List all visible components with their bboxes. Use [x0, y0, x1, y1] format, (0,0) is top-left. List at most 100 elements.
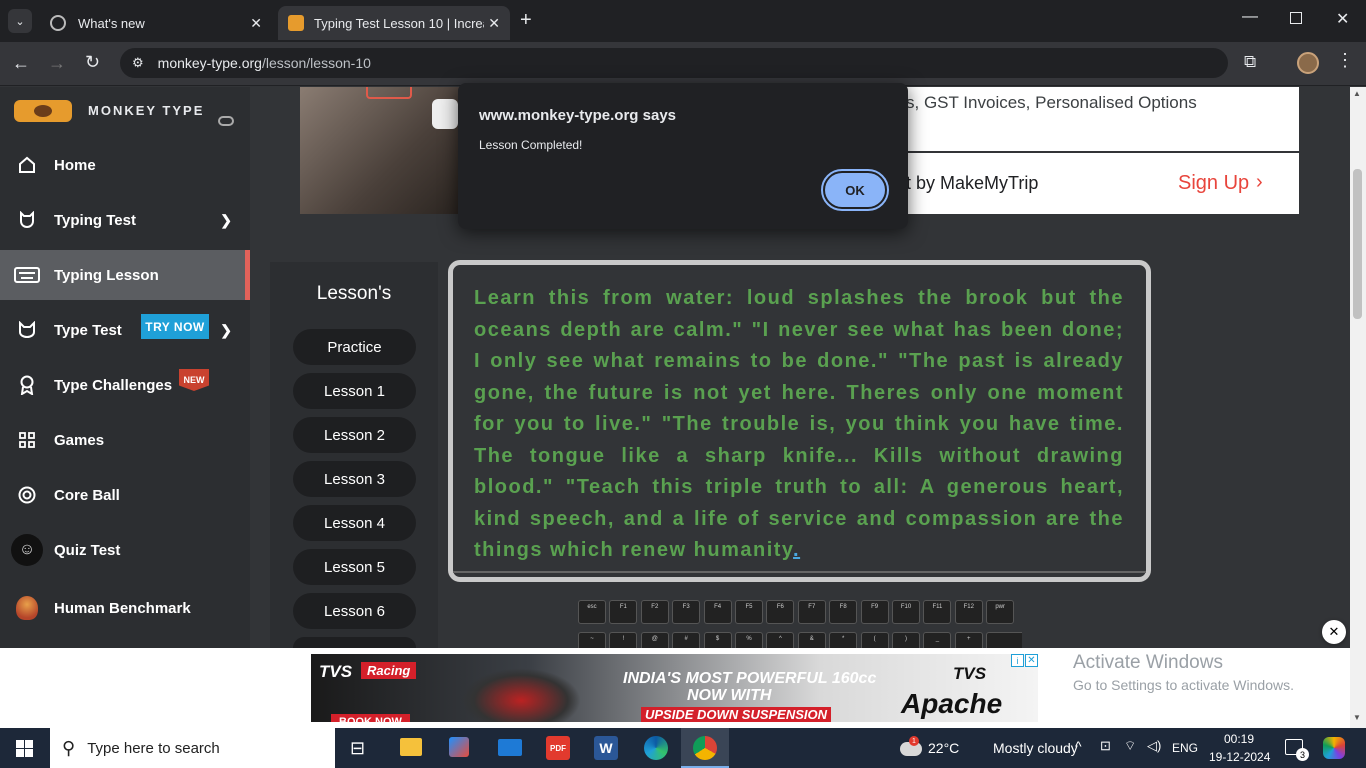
ok-button[interactable]: OK [825, 173, 885, 207]
back-icon[interactable]: ← [12, 53, 30, 74]
sidebar-item-games[interactable]: Games [0, 415, 250, 465]
taskbar-search-box[interactable]: ⚲ Type here to search [50, 728, 335, 768]
sidebar-item-human-benchmark[interactable]: Human Benchmark [0, 583, 250, 633]
lesson-button-practice[interactable]: Practice [293, 329, 416, 365]
ad-top-cta-bar[interactable]: t by MakeMyTrip Sign Up › [906, 153, 1299, 214]
keyboard-key: & [797, 632, 826, 648]
lesson-text-body: Learn this from water: loud splashes the… [474, 287, 1124, 561]
copilot-icon[interactable] [1323, 737, 1345, 759]
extensions-icon[interactable]: ⧉ [1244, 52, 1256, 72]
ad-top-image[interactable] [300, 87, 460, 214]
lesson-button-4[interactable]: Lesson 4 [293, 505, 416, 541]
dialog-message: Lesson Completed! [479, 138, 583, 152]
lesson-button-2[interactable]: Lesson 2 [293, 417, 416, 453]
scroll-up-icon[interactable]: ▲ [1353, 89, 1361, 98]
windows-start-icon[interactable] [16, 740, 33, 757]
lesson-button-1[interactable]: Lesson 1 [293, 373, 416, 409]
close-anchor-ad-icon[interactable]: ✕ [1322, 620, 1346, 644]
tvs-ad-banner[interactable]: TVS Racing INDIA'S MOST POWERFUL 160cc N… [311, 654, 1038, 722]
chevron-right-icon: ❯ [220, 211, 232, 228]
lesson-text-box[interactable]: Learn this from water: loud splashes the… [448, 260, 1151, 582]
ad-brand: TVS [319, 662, 353, 681]
sidebar-item-label: Quiz Test [54, 541, 121, 559]
sidebar-item-type-test[interactable]: Type Test TRY NOW ❯ [0, 305, 250, 355]
theme-toggle-icon[interactable] [218, 116, 234, 126]
pdf-app-icon[interactable]: PDF [546, 736, 570, 760]
sidebar-item-label: Home [54, 156, 96, 174]
weather-cloud-icon[interactable]: 1 [896, 736, 922, 758]
ad-brand-right: TVS [953, 664, 987, 683]
ad-headline: INDIA'S MOST POWERFUL 160cc [623, 670, 877, 687]
url-bar[interactable]: ⚙ monkey-type.org/lesson/lesson-10 [120, 48, 1228, 78]
file-explorer-icon[interactable] [400, 738, 422, 756]
more-menu-icon[interactable]: ⋮ [1336, 50, 1354, 71]
page-scrollbar[interactable]: ▲ ▼ [1350, 87, 1366, 728]
tab-whats-new[interactable]: What's new ✕ [40, 6, 272, 40]
window-close-icon[interactable]: ✕ [1336, 9, 1349, 29]
clock-date[interactable]: 19-12-2024 [1209, 750, 1270, 764]
language-indicator[interactable]: ENG [1172, 741, 1198, 755]
lessons-title: Lesson's [316, 283, 392, 304]
close-tab-icon[interactable]: ✕ [250, 15, 262, 32]
keyboard-key: F8 [829, 600, 858, 624]
url-path: /lesson/lesson-10 [261, 55, 371, 71]
ad-top-text[interactable]: s, GST Invoices, Personalised Options [906, 87, 1299, 151]
clock-time[interactable]: 00:19 [1224, 732, 1254, 746]
new-tab-icon[interactable]: + [520, 9, 532, 32]
lesson-button-3[interactable]: Lesson 3 [293, 461, 416, 497]
sidebar-item-label: Human Benchmark [54, 599, 191, 617]
volume-icon[interactable]: ◁) [1147, 738, 1161, 754]
try-now-badge[interactable]: TRY NOW [141, 314, 209, 339]
logo-face [34, 105, 52, 117]
tray-app-icon[interactable]: ⊡ [1100, 738, 1111, 754]
wifi-icon[interactable]: ⌔ [1124, 738, 1136, 754]
restore-icon[interactable] [1290, 12, 1302, 24]
ok-button-focus-ring: OK [821, 169, 889, 211]
site-info-icon[interactable]: ⚙ [132, 55, 144, 71]
adchoices-icon[interactable]: i [1011, 654, 1024, 667]
book-now-button[interactable]: BOOK NOW [331, 714, 410, 722]
keyboard-key: F2 [640, 600, 669, 624]
sidebar-item-home[interactable]: Home [0, 140, 250, 190]
scrollbar-thumb[interactable] [1353, 169, 1362, 319]
task-view-icon[interactable]: ⊟ [350, 738, 365, 759]
sidebar-item-quiz-test[interactable]: ☺ Quiz Test [0, 525, 250, 575]
signup-button[interactable]: Sign Up [1178, 172, 1249, 195]
alert-dialog: www.monkey-type.org says Lesson Complete… [458, 83, 908, 229]
word-icon[interactable]: W [594, 736, 618, 760]
sidebar-item-label: Type Challenges [54, 376, 173, 394]
lesson-button-6[interactable]: Lesson 6 [293, 593, 416, 629]
sidebar-item-core-ball[interactable]: Core Ball [0, 470, 250, 520]
close-tab-icon[interactable]: ✕ [488, 15, 500, 32]
new-badge: NEW [179, 369, 209, 391]
keyboard-key: % [735, 632, 763, 648]
profile-avatar[interactable] [1297, 52, 1319, 74]
forward-icon[interactable]: → [48, 53, 66, 74]
minimize-icon[interactable]: — [1242, 8, 1258, 26]
ad-close-icon[interactable]: ✕ [1025, 654, 1038, 667]
keyboard-key: $ [703, 632, 732, 648]
lesson-text: Learn this from water: loud splashes the… [474, 283, 1124, 567]
weather-temp[interactable]: 22°C [928, 740, 959, 756]
edge-icon[interactable] [644, 736, 668, 760]
keyboard-key: F1 [609, 600, 638, 624]
lesson-button-7-partial[interactable] [293, 637, 416, 648]
keyboard-icon [0, 267, 54, 283]
monkey-logo-icon[interactable] [14, 100, 72, 122]
tab-typing-test[interactable]: Typing Test Lesson 10 | Increase ✕ [278, 6, 510, 40]
scroll-down-icon[interactable]: ▼ [1353, 713, 1361, 722]
mail-icon[interactable] [498, 739, 522, 756]
sidebar-item-typing-test[interactable]: Typing Test ❯ [0, 195, 250, 245]
lesson-button-5[interactable]: Lesson 5 [293, 549, 416, 585]
windows-taskbar: ⚲ Type here to search ⊟ PDF W 1 22°C Mos… [0, 728, 1366, 768]
ms-store-icon[interactable] [449, 737, 469, 757]
reload-icon[interactable]: ↻ [85, 52, 100, 73]
lessons-panel [270, 262, 438, 648]
tab-search-icon[interactable]: ⌄ [8, 9, 32, 33]
brain-tree-icon [0, 596, 54, 620]
chrome-taskbar-button[interactable] [681, 728, 729, 768]
sidebar-item-type-challenges[interactable]: Type Challenges NEW [0, 360, 250, 410]
weather-desc[interactable]: Mostly cloudy [993, 740, 1078, 756]
tray-chevron-up-icon[interactable]: ^ [1075, 738, 1082, 754]
sidebar-item-typing-lesson[interactable]: Typing Lesson [0, 250, 250, 300]
